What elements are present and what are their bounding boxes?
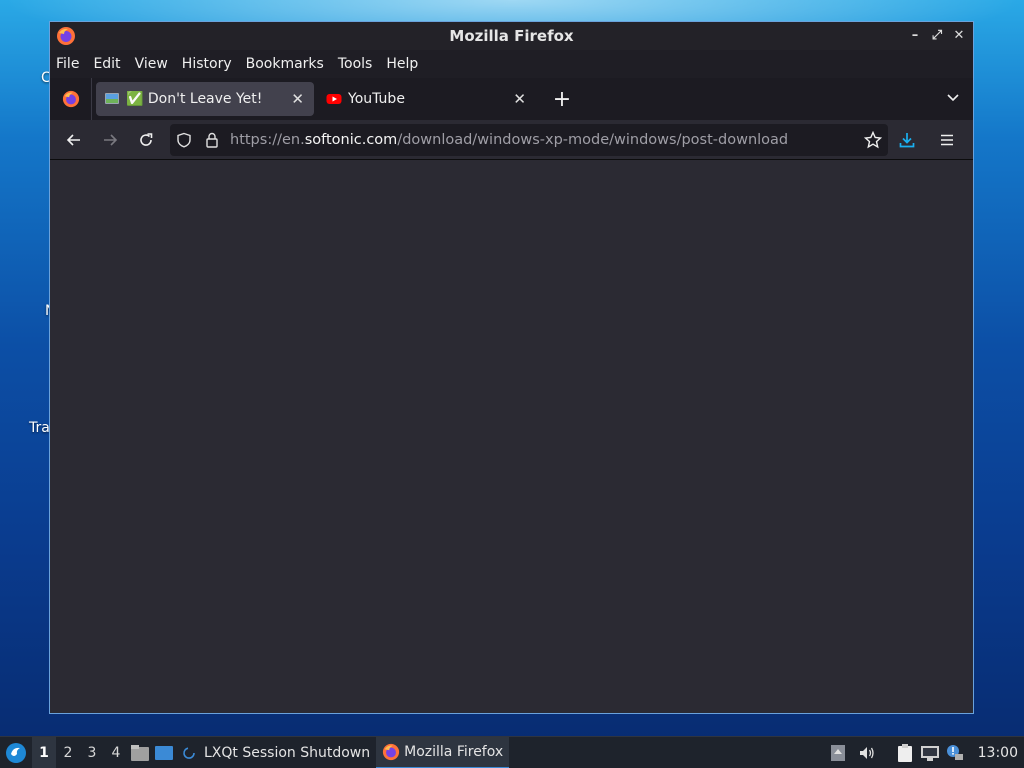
- bookmark-star-icon[interactable]: [864, 131, 882, 149]
- show-desktop-launcher[interactable]: [152, 737, 176, 768]
- tab-label: YouTube: [348, 91, 405, 107]
- window-titlebar[interactable]: Mozilla Firefox – ⤢ ✕: [50, 22, 973, 50]
- task-mozilla-firefox[interactable]: Mozilla Firefox: [376, 736, 510, 768]
- window-title: Mozilla Firefox: [449, 27, 574, 45]
- lock-icon[interactable]: [204, 132, 220, 148]
- lxqt-logo-icon: [6, 742, 26, 763]
- tab-youtube[interactable]: YouTube ✕: [318, 82, 536, 116]
- firefox-logo-icon: [57, 27, 75, 45]
- back-button[interactable]: [56, 124, 92, 156]
- desktop-switch-4[interactable]: 4: [104, 737, 128, 768]
- reload-button[interactable]: [128, 124, 164, 156]
- menu-tools[interactable]: Tools: [338, 56, 373, 72]
- firefox-view-button[interactable]: [50, 78, 92, 120]
- url-bar[interactable]: https://en.softonic.com/download/windows…: [170, 124, 888, 156]
- clipboard-icon[interactable]: [896, 743, 914, 763]
- desktop-switch-1[interactable]: 1: [32, 736, 56, 768]
- firefox-window: Mozilla Firefox – ⤢ ✕ File Edit View His…: [49, 21, 974, 714]
- downloads-button[interactable]: [889, 124, 925, 156]
- menu-edit[interactable]: Edit: [93, 56, 120, 72]
- file-manager-launcher[interactable]: [128, 737, 152, 768]
- network-icon[interactable]: [920, 744, 940, 762]
- youtube-favicon-icon: [326, 94, 342, 104]
- tab-dont-leave-yet[interactable]: ✅ Don't Leave Yet! ✕: [96, 82, 314, 116]
- menu-view[interactable]: View: [135, 56, 168, 72]
- task-label: LXQt Session Shutdown: [204, 744, 371, 761]
- minimize-icon[interactable]: –: [907, 27, 923, 45]
- desktop-switch-2[interactable]: 2: [56, 737, 80, 768]
- desktop-icon: [155, 745, 173, 760]
- url-text: https://en.softonic.com/download/windows…: [230, 132, 789, 148]
- tab-close-icon[interactable]: ✕: [291, 90, 304, 108]
- notification-icon[interactable]: [946, 744, 964, 762]
- start-menu-button[interactable]: [0, 737, 32, 768]
- task-lxqt-session-shutdown[interactable]: LXQt Session Shutdown: [176, 737, 376, 768]
- firefox-logo-icon: [62, 90, 79, 108]
- task-label: Mozilla Firefox: [404, 743, 504, 760]
- hamburger-menu-icon: [941, 134, 953, 146]
- page-content-area[interactable]: [50, 161, 973, 713]
- volume-icon[interactable]: [858, 744, 876, 762]
- app-menu-button[interactable]: [929, 124, 965, 156]
- clock[interactable]: 13:00: [978, 745, 1018, 761]
- menu-bar: File Edit View History Bookmarks Tools H…: [50, 50, 973, 78]
- arrow-left-icon: [66, 133, 80, 146]
- arrow-right-icon: [104, 133, 118, 146]
- menu-history[interactable]: History: [182, 56, 232, 72]
- folder-icon: [131, 744, 149, 761]
- reload-icon: [140, 132, 153, 146]
- desktop-icon-label[interactable]: Tra: [29, 420, 50, 436]
- menu-bookmarks[interactable]: Bookmarks: [246, 56, 324, 72]
- lxqt-leave-icon: [183, 746, 195, 759]
- tab-close-icon[interactable]: ✕: [513, 90, 526, 108]
- forward-button[interactable]: [92, 124, 128, 156]
- download-icon: [899, 133, 915, 148]
- system-tray: 13:00: [830, 737, 1024, 768]
- eject-icon[interactable]: [830, 744, 846, 762]
- chevron-down-icon[interactable]: [945, 89, 961, 105]
- tab-strip: ✅ Don't Leave Yet! ✕ YouTube ✕ +: [50, 78, 973, 120]
- close-icon[interactable]: ✕: [951, 27, 967, 45]
- menu-file[interactable]: File: [56, 56, 79, 72]
- navigation-toolbar: https://en.softonic.com/download/windows…: [50, 120, 973, 160]
- taskbar: 1 2 3 4 LXQt Session Shutdown Mozilla Fi…: [0, 736, 1024, 768]
- tracking-protection-shield-icon[interactable]: [176, 132, 192, 148]
- firefox-logo-icon: [383, 743, 400, 760]
- menu-help[interactable]: Help: [386, 56, 418, 72]
- restore-icon[interactable]: ⤢: [929, 27, 945, 45]
- new-tab-plus-icon[interactable]: +: [550, 87, 574, 112]
- desktop-switch-3[interactable]: 3: [80, 737, 104, 768]
- tab-label: ✅ Don't Leave Yet!: [126, 91, 263, 107]
- softonic-favicon-icon: [105, 93, 119, 104]
